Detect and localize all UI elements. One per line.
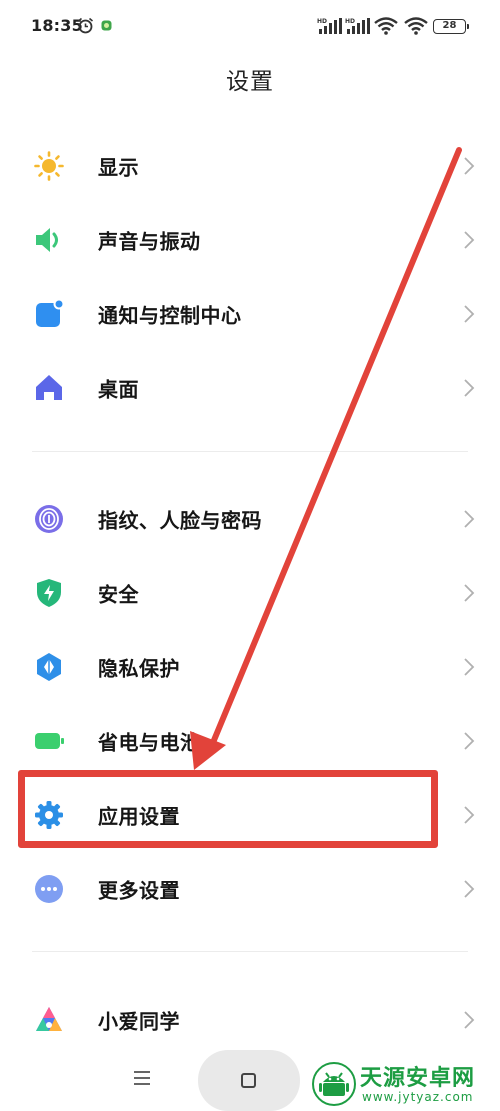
- status-time: 18:35: [31, 16, 83, 35]
- battery-level: 28: [442, 20, 457, 31]
- home-button-icon: [241, 1073, 256, 1088]
- xiaoai-icon: [36, 1007, 62, 1031]
- watermark: 天源安卓网 www.jytyaz.com: [306, 1056, 500, 1111]
- app-notification-icon: [101, 20, 112, 31]
- highlight-box: [18, 770, 438, 848]
- more-icon: [35, 875, 63, 903]
- signal-icon: HD: [345, 18, 370, 34]
- home-button[interactable]: [198, 1050, 300, 1111]
- settings-item-label: 显示: [98, 155, 139, 180]
- privacy-icon: [37, 653, 61, 681]
- watermark-name: 天源安卓网: [360, 1066, 476, 1091]
- settings-item-battery[interactable]: 省电与电池: [0, 704, 500, 778]
- shield-icon: [37, 579, 61, 607]
- svg-text:HD: HD: [345, 18, 355, 25]
- settings-item-privacy[interactable]: 隐私保护: [0, 630, 500, 704]
- chevron-right-icon: [464, 658, 475, 676]
- settings-item-display[interactable]: 显示: [0, 129, 500, 203]
- settings-item-xiaoai[interactable]: 小爱同学: [0, 983, 500, 1057]
- alarm-icon: [77, 17, 94, 34]
- chevron-right-icon: [464, 880, 475, 898]
- settings-item-label: 桌面: [98, 377, 139, 402]
- wifi-icon: [374, 17, 398, 35]
- chevron-right-icon: [464, 231, 475, 249]
- speaker-icon: [36, 228, 58, 252]
- section-divider: [32, 451, 468, 452]
- chevron-right-icon: [464, 510, 475, 528]
- page-title: 设置: [226, 69, 274, 95]
- settings-item-fingerprint[interactable]: 指纹、人脸与密码: [0, 482, 500, 556]
- settings-item-notifications[interactable]: 通知与控制中心: [0, 277, 500, 351]
- battery-icon: [35, 733, 64, 749]
- chevron-right-icon: [464, 806, 475, 824]
- android-logo-icon: [312, 1062, 356, 1106]
- battery-indicator: 28: [433, 19, 469, 34]
- chevron-right-icon: [464, 584, 475, 602]
- settings-item-label: 通知与控制中心: [98, 303, 242, 328]
- sun-icon: [34, 151, 64, 181]
- status-bar: 18:35 HD HD 28: [0, 0, 500, 52]
- chevron-right-icon: [464, 157, 475, 175]
- watermark-url: www.jytyaz.com: [362, 1090, 474, 1104]
- chevron-right-icon: [464, 379, 475, 397]
- settings-item-label: 隐私保护: [98, 656, 180, 681]
- notification-icon: [36, 298, 65, 327]
- chevron-right-icon: [464, 305, 475, 323]
- menu-icon[interactable]: [131, 1066, 153, 1090]
- settings-item-label: 省电与电池: [98, 730, 201, 755]
- settings-item-label: 更多设置: [98, 878, 180, 903]
- fingerprint-icon: [35, 505, 63, 533]
- settings-item-more[interactable]: 更多设置: [0, 852, 500, 926]
- settings-item-label: 小爱同学: [98, 1009, 180, 1034]
- chevron-right-icon: [464, 1011, 475, 1029]
- wifi-icon: [404, 17, 428, 35]
- settings-item-label: 指纹、人脸与密码: [98, 508, 262, 533]
- home-icon: [36, 375, 62, 400]
- settings-item-desktop[interactable]: 桌面: [0, 351, 500, 425]
- svg-text:HD: HD: [317, 18, 327, 25]
- settings-item-label: 声音与振动: [98, 229, 201, 254]
- settings-item-sound[interactable]: 声音与振动: [0, 203, 500, 277]
- chevron-right-icon: [464, 732, 475, 750]
- section-divider: [32, 951, 468, 952]
- signal-icon: HD: [317, 18, 342, 34]
- settings-item-security[interactable]: 安全: [0, 556, 500, 630]
- settings-item-label: 安全: [98, 582, 139, 607]
